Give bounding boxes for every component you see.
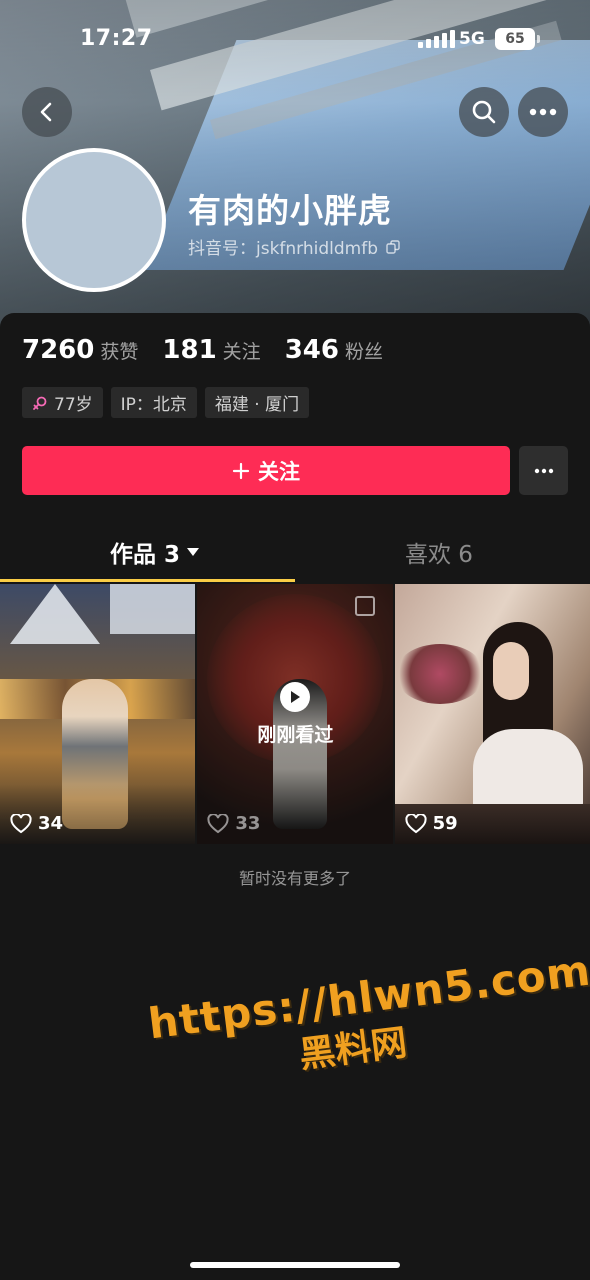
- status-time: 17:27: [80, 26, 153, 51]
- recently-watched-label: 刚刚看过: [257, 724, 334, 746]
- home-indicator[interactable]: [190, 1262, 400, 1268]
- plus-icon: [232, 462, 250, 479]
- stat-value: 7260: [22, 335, 95, 365]
- recently-watched-overlay: 刚刚看过: [197, 682, 392, 747]
- copy-icon[interactable]: [386, 239, 400, 254]
- more-actions-button[interactable]: [519, 446, 568, 495]
- video-thumbnail[interactable]: 34: [0, 584, 196, 844]
- heart-icon: [207, 813, 229, 833]
- tag-ip: IP：北京: [110, 387, 197, 418]
- heart-icon: [405, 813, 427, 833]
- chevron-left-icon: [40, 102, 52, 122]
- search-button[interactable]: [459, 87, 509, 137]
- profile-tags: 77岁 IP：北京 福建 · 厦门: [22, 387, 310, 418]
- tag-age: 77岁: [22, 387, 103, 418]
- stat-likes-received[interactable]: 7260 获赞: [22, 335, 138, 365]
- tag-location-text: 福建 · 厦门: [214, 395, 300, 415]
- douyin-id[interactable]: 抖音号：jskfnrhidldmfb: [188, 234, 400, 259]
- stat-followers[interactable]: 346 粉丝: [285, 335, 383, 365]
- video-likes: 34: [10, 813, 63, 834]
- thumbnail-flowers: [394, 644, 485, 704]
- signal-icon: [418, 30, 455, 48]
- play-icon: [280, 682, 311, 712]
- caret-down-icon: [187, 548, 200, 556]
- thumbnail-roof: [110, 584, 196, 634]
- profile-nickname: 有肉的小胖虎: [188, 191, 392, 230]
- stat-label: 关注: [222, 341, 261, 363]
- stats-row: 7260 获赞 181 关注 346 粉丝: [22, 335, 407, 365]
- thumbnail-person-face: [492, 642, 529, 700]
- tab-likes-label: 喜欢 6: [405, 542, 473, 568]
- video-likes: 59: [405, 813, 458, 834]
- back-button[interactable]: [22, 87, 72, 137]
- tab-works-label: 作品 3: [110, 542, 181, 568]
- video-likes-count: 33: [235, 813, 261, 834]
- video-thumbnail[interactable]: 刚刚看过 33: [197, 584, 393, 844]
- profile-tabs: 作品 3 喜欢 6: [0, 527, 590, 583]
- video-grid: 34 刚刚看过 33 59: [0, 584, 590, 844]
- tab-works[interactable]: 作品 3: [110, 535, 200, 569]
- network-type: 5G: [459, 29, 485, 49]
- video-likes: 33: [207, 813, 260, 834]
- video-likes-count: 59: [432, 813, 458, 834]
- more-dots-icon: [534, 468, 553, 473]
- battery-icon: 65: [495, 28, 540, 50]
- tag-ip-text: IP：北京: [120, 395, 187, 415]
- tab-active-indicator: [0, 579, 295, 582]
- tab-likes[interactable]: 喜欢 6: [405, 535, 473, 569]
- heart-icon: [10, 813, 32, 833]
- stat-value: 181: [162, 335, 217, 365]
- stat-value: 346: [284, 335, 339, 365]
- thumbnail-person-body: [472, 729, 583, 809]
- no-more-text: 暂时没有更多了: [238, 869, 351, 888]
- stat-label: 获赞: [100, 341, 139, 363]
- follow-label: 关注: [258, 459, 300, 484]
- video-likes-count: 34: [38, 813, 64, 834]
- tag-age-text: 77岁: [54, 395, 93, 415]
- avatar[interactable]: [22, 148, 166, 292]
- gallery-icon: [354, 596, 375, 616]
- douyin-id-text: 抖音号：jskfnrhidldmfb: [188, 239, 379, 259]
- thumbnail-roof: [10, 584, 100, 644]
- battery-level: 65: [505, 31, 525, 47]
- tag-location: 福建 · 厦门: [204, 387, 310, 418]
- more-button[interactable]: [518, 87, 568, 137]
- follow-button[interactable]: 关注: [22, 446, 510, 495]
- stat-label: 粉丝: [344, 341, 383, 363]
- more-dots-icon: [529, 108, 557, 116]
- search-icon: [472, 100, 496, 124]
- video-thumbnail[interactable]: 59: [394, 584, 590, 844]
- status-bar: 17:27 5G 65: [0, 0, 590, 80]
- profile-panel: 7260 获赞 181 关注 346 粉丝 77岁 IP：北京 福建 · 厦门 …: [0, 313, 590, 1280]
- female-icon: [33, 396, 47, 410]
- stat-following[interactable]: 181 关注: [162, 335, 260, 365]
